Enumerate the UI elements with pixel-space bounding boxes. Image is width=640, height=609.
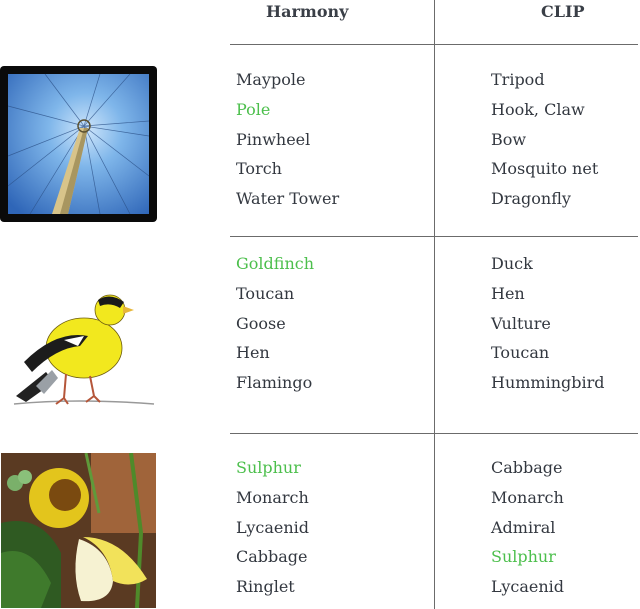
harmony-prediction: Monarch — [236, 487, 309, 507]
clip-column-header: CLIP — [541, 2, 585, 21]
clip-prediction: Dragonfly — [491, 189, 571, 209]
harmony-prediction: Pinwheel — [236, 129, 311, 149]
clip-prediction: Lycaenid — [491, 577, 565, 597]
clip-prediction: Tripod — [491, 70, 545, 89]
clip-predictions-row-2: Duck Hen Vulture Toucan Hummingbird — [491, 249, 605, 398]
harmony-prediction: Flamingo — [236, 373, 313, 393]
harmony-predictions-row-1: Maypole Pole Pinwheel Torch Water Tower — [236, 65, 339, 214]
harmony-prediction: Water Tower — [236, 189, 340, 209]
column-divider — [434, 0, 435, 609]
clip-predictions-row-1: Tripod Hook, Claw Bow Mosquito net Drago… — [491, 65, 598, 214]
harmony-prediction: Maypole — [236, 70, 306, 89]
harmony-prediction-correct: Goldfinch — [236, 254, 315, 273]
harmony-prediction: Toucan — [236, 283, 295, 303]
clip-prediction: Bow — [491, 129, 527, 149]
harmony-column-header: Harmony — [266, 2, 349, 21]
goldfinch-image — [6, 286, 156, 416]
clip-prediction: Hen — [491, 283, 525, 303]
clip-prediction: Monarch — [491, 487, 564, 507]
harmony-prediction: Goose — [236, 313, 286, 333]
harmony-prediction-correct: Pole — [236, 99, 271, 119]
harmony-prediction: Hen — [236, 343, 270, 363]
sulphur-butterfly-image — [1, 453, 156, 608]
harmony-prediction: Ringlet — [236, 577, 295, 597]
clip-prediction: Cabbage — [491, 458, 563, 477]
harmony-prediction: Cabbage — [236, 547, 308, 567]
harmony-predictions-row-2: Goldfinch Toucan Goose Hen Flamingo — [236, 249, 314, 398]
clip-prediction: Vulture — [491, 313, 551, 333]
harmony-prediction: Torch — [236, 159, 282, 179]
clip-prediction: Toucan — [491, 343, 550, 363]
clip-prediction: Mosquito net — [491, 159, 599, 179]
clip-prediction: Hook, Claw — [491, 99, 585, 119]
maypole-image — [0, 66, 157, 222]
clip-prediction-correct: Sulphur — [491, 547, 556, 567]
clip-prediction: Hummingbird — [491, 373, 605, 393]
harmony-predictions-row-3: Sulphur Monarch Lycaenid Cabbage Ringlet — [236, 453, 309, 602]
clip-predictions-row-3: Cabbage Monarch Admiral Sulphur Lycaenid — [491, 453, 564, 602]
clip-prediction: Admiral — [491, 517, 556, 537]
clip-prediction: Duck — [491, 254, 533, 273]
harmony-prediction-correct: Sulphur — [236, 458, 301, 477]
harmony-prediction: Lycaenid — [236, 517, 310, 537]
